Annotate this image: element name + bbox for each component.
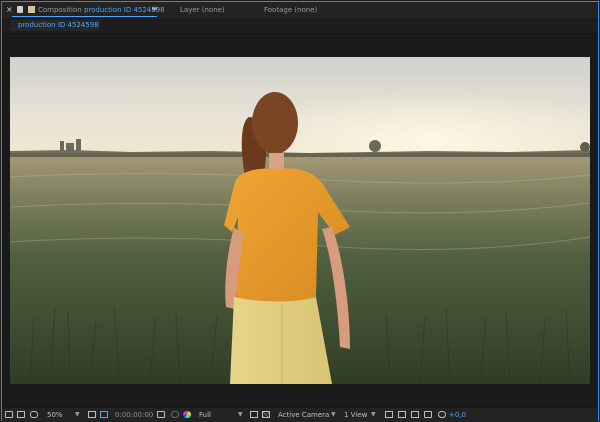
reset-exposure-icon[interactable] [438, 411, 446, 418]
camera-select[interactable]: Active Camera [278, 410, 329, 420]
fast-preview-icon[interactable] [411, 411, 419, 418]
exposure-value[interactable]: +0,0 [449, 410, 466, 420]
composition-navigator-bar: production ID 4524598 [2, 18, 598, 34]
flowchart-icon[interactable] [424, 411, 432, 418]
tab-footage[interactable]: Footage (none) [264, 5, 317, 15]
zoom-dropdown-arrow-icon: ▼ [75, 411, 80, 418]
composition-frame [10, 57, 590, 384]
menu-icon[interactable]: ≡ [151, 4, 158, 14]
mask-icon[interactable] [30, 411, 38, 418]
frame-image [10, 57, 590, 384]
composition-swatch-icon [28, 6, 35, 13]
resolution-select[interactable]: Full [199, 410, 211, 420]
3d-view-icon[interactable] [398, 411, 406, 418]
zoom-select[interactable]: 50% [47, 410, 63, 420]
tab-composition-prefix: Composition [38, 6, 82, 14]
lock-icon[interactable] [17, 6, 23, 13]
current-time[interactable]: 0:00:00:00 [115, 410, 153, 420]
always-preview-icon[interactable] [5, 411, 13, 418]
color-wheel-icon[interactable] [183, 411, 191, 418]
composition-panel: × Composition production ID 4524598 ≡ La… [1, 1, 599, 422]
views-dropdown-arrow-icon: ▼ [371, 411, 376, 418]
views-select[interactable]: 1 View [344, 410, 367, 420]
panel-tab-bar: × Composition production ID 4524598 ≡ La… [2, 2, 598, 18]
region-icon[interactable] [88, 411, 96, 418]
snapshot-icon[interactable] [157, 411, 165, 418]
transparency-grid-icon[interactable] [262, 411, 270, 418]
yellow-pants [230, 297, 332, 384]
close-icon[interactable]: × [6, 5, 13, 15]
target-region-icon[interactable] [250, 411, 258, 418]
composition-viewer[interactable] [2, 34, 598, 407]
resolution-dropdown-arrow-icon: ▼ [238, 411, 243, 418]
active-tab-indicator [12, 16, 157, 17]
monitor-icon[interactable] [17, 411, 25, 418]
viewer-status-bar: 50% ▼ 0:00:00:00 Full ▼ Active Camera ▼ … [2, 407, 598, 422]
show-snapshot-icon[interactable] [171, 411, 179, 418]
toggle-pixel-aspect-icon[interactable] [385, 411, 393, 418]
camera-dropdown-arrow-icon: ▼ [331, 411, 336, 418]
grid-icon[interactable] [100, 411, 108, 418]
composition-subtab[interactable]: production ID 4524598 [10, 20, 100, 31]
tab-composition[interactable]: Composition production ID 4524598 [38, 5, 165, 15]
tab-layer[interactable]: Layer (none) [180, 5, 225, 15]
